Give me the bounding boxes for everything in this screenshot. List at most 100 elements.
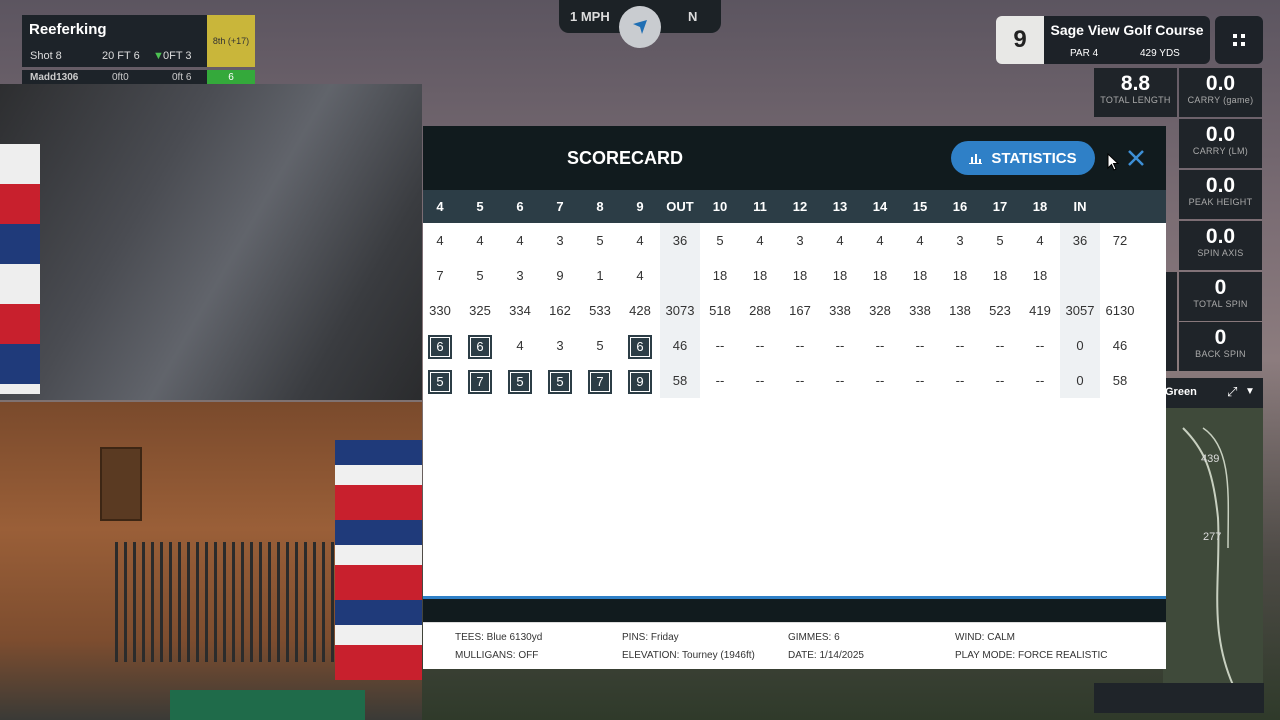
flag-decoration [0, 144, 40, 394]
scorecard-modal: SCORECARD STATISTICS 4 5 6 7 8 9 OUT 10 11 12 13 14… [423, 126, 1166, 669]
score-cell: 18 [792, 268, 808, 283]
next-player-row: Madd1306 0ft0 0ft 6 [22, 70, 207, 85]
footer-wind: WIND: CALM [955, 632, 1015, 643]
column-header: 7 [556, 199, 564, 214]
score-box: 5 [548, 369, 572, 394]
hole-map[interactable]: Green ⤢ ▼ 439 277 [1163, 378, 1263, 685]
score-cell: 18 [992, 268, 1008, 283]
footer-play-mode: PLAY MODE: FORCE REALISTIC [955, 650, 1108, 661]
score-cell: 138 [949, 303, 971, 318]
score-cell: -- [1035, 338, 1045, 353]
score-box: 6 [428, 334, 452, 359]
score-cell: 4 [516, 233, 524, 248]
close-icon[interactable] [1124, 146, 1148, 170]
column-header: 5 [476, 199, 484, 214]
map-distance-2: 277 [1203, 531, 1222, 543]
score-cell: 9 [620, 363, 660, 398]
score-cell: 18 [752, 268, 768, 283]
stat-peak-height: 0.0 PEAK HEIGHT [1179, 170, 1262, 219]
expand-icon[interactable]: ⤢ [1227, 384, 1237, 400]
score-cell: 1 [596, 268, 604, 283]
score-cell: 18 [912, 268, 928, 283]
footer-date: DATE: 1/14/2025 [788, 650, 864, 661]
scorecard-title: SCORECARD [567, 148, 684, 168]
score-cell: 3 [956, 233, 964, 248]
score-cell: 518 [709, 303, 731, 318]
score-cell: 5 [716, 233, 724, 248]
stat-carry-lm: 0.0 CARRY (LM) [1179, 119, 1262, 168]
score-cell: 18 [712, 268, 728, 283]
score-box: 6 [468, 334, 492, 359]
scorecard-body: 4 4 4 3 5 4 36 5 4 3 4 4 4 3 5 4 36 72 7 5 3 9 1 4 18 18 18 18 18 18 1… [423, 223, 1166, 596]
next-player-score: 6 [207, 70, 255, 85]
score-cell: 5 [996, 233, 1004, 248]
shot-number: Shot 8 [30, 50, 62, 62]
score-cell: 533 [589, 303, 611, 318]
score-cell: 3073 [665, 303, 695, 318]
score-box: 5 [508, 369, 532, 394]
score-cell: 6 [460, 328, 500, 363]
column-header: 9 [636, 199, 644, 214]
score-cell: 334 [509, 303, 531, 318]
score-cell: 7 [580, 363, 620, 398]
score-cell: 18 [872, 268, 888, 283]
score-cell: 5 [420, 363, 460, 398]
player-name: Reeferking [22, 15, 207, 45]
chevron-down-icon[interactable]: ▼ [1245, 386, 1255, 397]
score-cell: 46 [1112, 338, 1128, 353]
statistics-label: STATISTICS [991, 149, 1077, 167]
score-cell: 4 [476, 233, 484, 248]
column-header: 13 [832, 199, 848, 214]
hitting-mat [170, 690, 365, 720]
score-box: 5 [428, 369, 452, 394]
score-cell: 18 [832, 268, 848, 283]
column-header: 8 [596, 199, 604, 214]
wind-direction: N [688, 9, 698, 24]
score-cell: 36 [1072, 233, 1088, 248]
shot-distance: 20 FT 6 [102, 50, 140, 62]
score-cell: 0 [1076, 338, 1084, 353]
player-place-badge: 8th (+17) [207, 15, 255, 67]
footer-pins: PINS: Friday [622, 632, 679, 643]
stat-total-spin: 0 TOTAL SPIN [1179, 272, 1262, 321]
statistics-button[interactable]: STATISTICS [951, 141, 1095, 175]
score-cell: -- [755, 373, 765, 388]
wind-arrow-icon [633, 20, 647, 34]
score-cell: 18 [1032, 268, 1048, 283]
score-cell: 3 [556, 233, 564, 248]
score-cell: -- [915, 338, 925, 353]
next-player-a: 0ft0 [112, 72, 129, 83]
score-cell: 167 [789, 303, 811, 318]
score-cell: 6 [620, 328, 660, 363]
score-cell: -- [835, 338, 845, 353]
score-cell: 4 [1036, 233, 1044, 248]
next-player-name: Madd1306 [30, 72, 79, 83]
footer-mulligans: MULLIGANS: OFF [455, 650, 539, 661]
column-header: 17 [992, 199, 1008, 214]
score-cell: 9 [556, 268, 564, 283]
next-player-b: 0ft 6 [172, 72, 192, 83]
score-cell: 7 [460, 363, 500, 398]
score-cell: 162 [549, 303, 571, 318]
score-cell: 5 [596, 233, 604, 248]
column-header: 12 [792, 199, 808, 214]
wind-speed: 1 MPH [570, 9, 610, 24]
player-panel: Reeferking Shot 8 20 FT 6 ▼ 0FT 3 8th (+… [22, 15, 255, 85]
score-cell: 36 [672, 233, 688, 248]
menu-button[interactable] [1215, 16, 1263, 64]
shot-offset: 0FT 3 [163, 50, 192, 62]
scorecard-footer: TEES: Blue 6130yd MULLIGANS: OFF PINS: F… [423, 622, 1166, 669]
column-header: 15 [912, 199, 928, 214]
footer-tees: TEES: Blue 6130yd [455, 632, 543, 643]
column-header [1100, 190, 1140, 223]
hole-yards: 429 YDS [1140, 48, 1180, 59]
score-cell: 4 [836, 233, 844, 248]
map-label: Green [1165, 386, 1197, 398]
score-cell: -- [835, 373, 845, 388]
column-header: IN [1073, 199, 1087, 214]
score-cell: 328 [869, 303, 891, 318]
score-cell: 6130 [1105, 303, 1135, 318]
score-cell: 4 [916, 233, 924, 248]
score-cell: -- [1035, 373, 1045, 388]
score-cell: -- [915, 373, 925, 388]
